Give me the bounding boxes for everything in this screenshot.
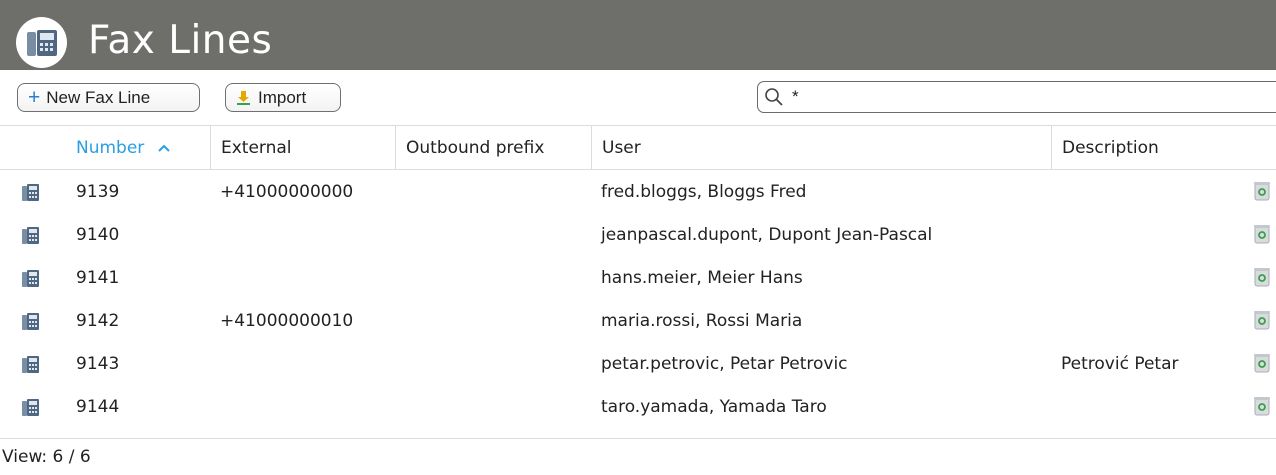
cell-external xyxy=(210,385,395,428)
cell-external: +41000000010 xyxy=(220,310,354,331)
column-header-number[interactable]: Number xyxy=(66,126,210,169)
column-header-description[interactable]: Description xyxy=(1051,126,1276,169)
delete-icon[interactable] xyxy=(1254,310,1270,330)
delete-icon[interactable] xyxy=(1254,353,1270,373)
table-header: Number External Outbound prefix User Des… xyxy=(0,125,1276,170)
cell-outbound-prefix xyxy=(395,342,591,385)
table-row[interactable]: 9142 +41000000010 maria.rossi, Rossi Mar… xyxy=(0,299,1276,342)
cell-number: 9143 xyxy=(76,353,120,374)
fax-line-icon xyxy=(22,312,39,330)
fax-line-icon xyxy=(22,226,39,244)
column-header-external[interactable]: External xyxy=(210,126,395,169)
cell-user: petar.petrovic, Petar Petrovic xyxy=(601,353,848,374)
cell-description xyxy=(1051,213,1276,256)
cell-external: +41000000000 xyxy=(220,181,354,202)
fax-lines-table: Number External Outbound prefix User Des… xyxy=(0,125,1276,428)
cell-user: taro.yamada, Yamada Taro xyxy=(601,396,827,417)
fax-line-icon xyxy=(22,355,39,373)
search-field[interactable] xyxy=(757,81,1276,113)
column-header-outbound-prefix[interactable]: Outbound prefix xyxy=(395,126,591,169)
table-row[interactable]: 9139 +41000000000 fred.bloggs, Bloggs Fr… xyxy=(0,170,1276,213)
import-button[interactable]: Import xyxy=(225,83,341,112)
table-row[interactable]: 9140 jeanpascal.dupont, Dupont Jean-Pasc… xyxy=(0,213,1276,256)
table-row[interactable]: 9141 hans.meier, Meier Hans xyxy=(0,256,1276,299)
delete-icon[interactable] xyxy=(1254,181,1270,201)
cell-external xyxy=(210,213,395,256)
delete-icon[interactable] xyxy=(1254,267,1270,287)
plus-icon: + xyxy=(28,86,41,109)
cell-description xyxy=(1051,299,1276,342)
delete-icon[interactable] xyxy=(1254,396,1270,416)
page-title: Fax Lines xyxy=(88,18,273,63)
table-row[interactable]: 9144 taro.yamada, Yamada Taro xyxy=(0,385,1276,428)
import-label: Import xyxy=(258,87,307,107)
cell-number: 9144 xyxy=(76,396,120,417)
cell-outbound-prefix xyxy=(395,170,591,213)
delete-icon[interactable] xyxy=(1254,224,1270,244)
column-header-number-label: Number xyxy=(76,137,145,158)
cell-external xyxy=(210,342,395,385)
table-row[interactable]: 9143 petar.petrovic, Petar Petrovic Petr… xyxy=(0,342,1276,385)
cell-number: 9141 xyxy=(76,267,120,288)
new-fax-line-label: New Fax Line xyxy=(46,87,151,107)
view-count: View: 6 / 6 xyxy=(0,438,1276,475)
fax-line-icon xyxy=(22,269,39,287)
fax-line-icon xyxy=(22,183,39,201)
cell-description xyxy=(1051,385,1276,428)
fax-line-icon xyxy=(22,398,39,416)
cell-outbound-prefix xyxy=(395,213,591,256)
cell-outbound-prefix xyxy=(395,299,591,342)
cell-outbound-prefix xyxy=(395,256,591,299)
cell-number: 9140 xyxy=(76,224,120,245)
table-body: 9139 +41000000000 fred.bloggs, Bloggs Fr… xyxy=(0,170,1276,428)
cell-user: hans.meier, Meier Hans xyxy=(601,267,803,288)
new-fax-line-button[interactable]: + New Fax Line xyxy=(17,83,200,112)
icon-column-header xyxy=(0,126,66,169)
cell-description xyxy=(1051,256,1276,299)
cell-description: Petrović Petar xyxy=(1061,353,1179,374)
toolbar: + New Fax Line Import xyxy=(0,70,1276,125)
cell-number: 9142 xyxy=(76,310,120,331)
search-icon xyxy=(764,87,784,107)
sort-ascending-icon xyxy=(158,140,171,156)
cell-user: jeanpascal.dupont, Dupont Jean-Pascal xyxy=(601,224,933,245)
fax-icon xyxy=(16,17,67,68)
column-header-user[interactable]: User xyxy=(591,126,1051,169)
cell-outbound-prefix xyxy=(395,385,591,428)
title-bar: Fax Lines xyxy=(0,0,1276,70)
import-icon xyxy=(236,90,251,106)
cell-user: fred.bloggs, Bloggs Fred xyxy=(601,181,807,202)
cell-description xyxy=(1051,170,1276,213)
cell-number: 9139 xyxy=(76,181,120,202)
search-input[interactable] xyxy=(792,87,1262,107)
cell-external xyxy=(210,256,395,299)
cell-user: maria.rossi, Rossi Maria xyxy=(601,310,803,331)
